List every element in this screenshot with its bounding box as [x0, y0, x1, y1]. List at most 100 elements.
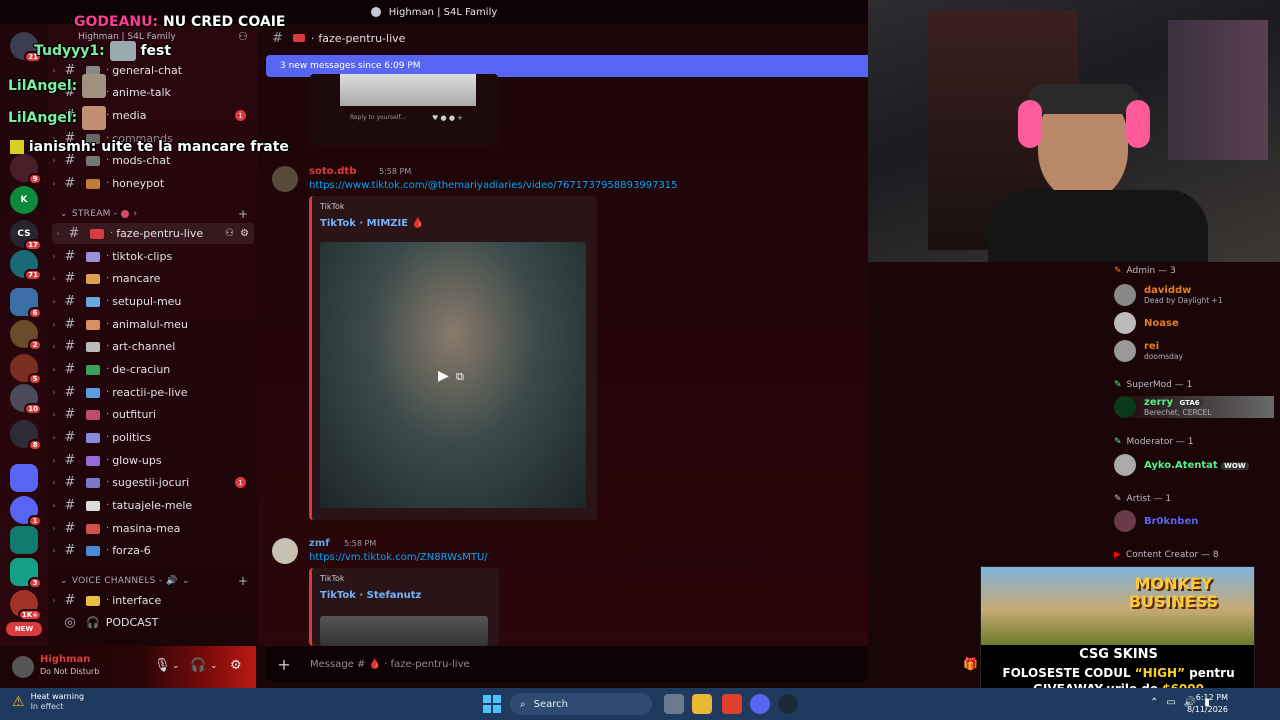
- taskbar-search[interactable]: ⌕ Search: [510, 693, 652, 715]
- channel-general-chat[interactable]: › # · general-chat: [48, 60, 254, 81]
- channel-anime-talk[interactable]: › # · anime-talk: [48, 82, 254, 103]
- channel-setupul-meu[interactable]: › # · setupul-meu: [48, 291, 254, 312]
- message-timestamp: 5:58 PM: [344, 539, 377, 548]
- message-author[interactable]: zmf: [309, 538, 330, 549]
- channel-honeypot[interactable]: › # · honeypot: [48, 173, 254, 194]
- add-voice-channel-icon[interactable]: +: [238, 574, 248, 588]
- channel-forza-6[interactable]: › # · forza-6: [48, 540, 254, 561]
- channel-animalul-meu[interactable]: › # · animalul-meu: [48, 314, 254, 335]
- channel-politics[interactable]: › # · politics: [48, 427, 254, 448]
- file-explorer-icon[interactable]: [692, 694, 712, 714]
- message-timestamp: 5:58 PM: [379, 167, 412, 176]
- member-zerry[interactable]: zerry GTA6 Berechet, CERCEL: [1114, 396, 1274, 418]
- category-voice-channels[interactable]: ⌄ VOICE CHANNELS - 🔊 ⌄ +: [60, 574, 248, 588]
- message-composer[interactable]: + Message # 🩸 · faze-pentru-live 🎁: [266, 646, 978, 682]
- start-button[interactable]: [483, 695, 501, 713]
- play-icon[interactable]: ▶: [438, 368, 449, 384]
- message-link[interactable]: https://vm.tiktok.com/ZN8RWsMTU/: [309, 552, 488, 563]
- brave-browser-icon[interactable]: [722, 694, 742, 714]
- server-icon[interactable]: 2: [10, 320, 42, 351]
- channel-art-channel[interactable]: › # · art-channel: [48, 336, 254, 357]
- audio-options-chevron-icon[interactable]: ⌄: [210, 661, 218, 671]
- channel-masina-mea[interactable]: › # · masina-mea: [48, 518, 254, 539]
- server-icon[interactable]: 10: [10, 384, 42, 415]
- webcam-feed: [868, 0, 1280, 262]
- server-icon[interactable]: 3: [10, 558, 42, 589]
- server-icon[interactable]: 1: [10, 496, 42, 527]
- mic-options-chevron-icon[interactable]: ⌄: [172, 661, 180, 671]
- gift-icon[interactable]: 🎁: [963, 657, 978, 671]
- channel-outfituri[interactable]: › # · outfituri: [48, 404, 254, 425]
- weather-widget[interactable]: ⚠ Heat warning In effect: [12, 692, 84, 712]
- add-member-icon[interactable]: ⚇: [238, 30, 248, 43]
- member-noase[interactable]: Noase: [1114, 312, 1179, 334]
- headphones-icon[interactable]: 🎧: [190, 658, 206, 673]
- server-icon-k[interactable]: K: [10, 186, 38, 214]
- image-attachment[interactable]: Reply to yourself... ♥ ● ● +: [310, 74, 498, 146]
- user-name: Highman: [40, 654, 91, 665]
- invite-icon[interactable]: ⚇: [225, 228, 234, 239]
- member-daviddw[interactable]: daviddw Dead by Daylight +1: [1114, 284, 1223, 306]
- settings-gear-icon[interactable]: ⚙: [230, 658, 242, 673]
- category-stream[interactable]: ⌄ STREAM - › +: [60, 207, 248, 221]
- channel-tiktok-clips[interactable]: › # · tiktok-clips: [48, 246, 254, 267]
- sponsor-banner: MONKEY BUSINESS CSG SKINS FOLOSESTE CODU…: [980, 566, 1255, 698]
- message-input[interactable]: Message # 🩸 · faze-pentru-live: [310, 659, 470, 670]
- sponsor-line-1: FOLOSESTE CODUL “HIGH” pentru: [1002, 666, 1235, 680]
- embed-title[interactable]: TikTok · Stefanutz: [320, 590, 421, 601]
- warning-icon: ⚠: [12, 694, 25, 710]
- voice-channel-podcast[interactable]: ◎ 🎧 PODCAST: [48, 612, 254, 633]
- server-icon-csgo[interactable]: CS 17: [10, 220, 42, 251]
- channel-sidebar: Highman | S4L Family ⚇ › # · general-chat ›…: [48, 24, 258, 646]
- streamer-cap: [1028, 84, 1138, 114]
- task-view-icon[interactable]: [664, 694, 684, 714]
- server-icon[interactable]: [10, 526, 38, 554]
- channel-glow-ups[interactable]: › # · glow-ups: [48, 450, 254, 471]
- channel-tatuajele-mele[interactable]: › # · tatuajele-mele: [48, 495, 254, 516]
- search-icon: ⌕: [520, 698, 526, 710]
- mic-icon[interactable]: 🎙: [154, 658, 171, 673]
- channel-mancare[interactable]: › # · mancare: [48, 268, 254, 289]
- embed-title[interactable]: TikTok · MIMZIE 🩸: [320, 218, 424, 229]
- role-header-moderator: ✎ Moderator — 1: [1114, 437, 1194, 447]
- server-icon[interactable]: 5: [10, 354, 42, 385]
- clock[interactable]: 6:12 PM 8/11/2026: [1187, 692, 1228, 716]
- video-thumbnail[interactable]: [320, 616, 488, 646]
- message-avatar[interactable]: [272, 166, 298, 192]
- message-author[interactable]: soto.dtb: [309, 166, 356, 177]
- server-icon[interactable]: 8: [10, 420, 42, 451]
- open-external-icon[interactable]: ⧉: [456, 370, 464, 384]
- member-ayko[interactable]: Ayko.Atentat WOW: [1114, 454, 1249, 476]
- channel-commands[interactable]: › # · commands: [48, 128, 254, 149]
- headphones-icon: 🎧: [86, 616, 100, 629]
- channel-faze-pentru-live[interactable]: › # · faze-pentru-live ⚇ ⚙: [52, 223, 254, 244]
- add-attachment-icon[interactable]: +: [266, 655, 302, 674]
- user-panel: Highman Do Not Disturb 🎙 ⌄ 🎧 ⌄ ⚙: [0, 646, 256, 688]
- video-thumbnail[interactable]: ▶ ⧉: [320, 242, 586, 508]
- channel-media[interactable]: › # · media 1: [48, 105, 254, 126]
- channel-mods-chat[interactable]: › # · mods-chat: [48, 150, 254, 171]
- discord-taskbar-icon[interactable]: [750, 694, 770, 714]
- folder-icon[interactable]: [10, 464, 38, 492]
- channel-de-craciun[interactable]: › # · de-craciun: [48, 359, 254, 380]
- shelf: [1168, 20, 1268, 160]
- server-icon[interactable]: 21: [10, 32, 42, 63]
- add-channel-icon[interactable]: +: [238, 207, 248, 221]
- server-icon[interactable]: 9: [10, 154, 42, 185]
- server-icon[interactable]: 71: [10, 250, 42, 281]
- member-rei[interactable]: rei doomsday: [1114, 340, 1183, 362]
- member-br0knben[interactable]: Br0knben: [1114, 510, 1198, 532]
- user-avatar[interactable]: [12, 656, 34, 678]
- server-icon[interactable]: 6: [10, 288, 42, 319]
- message-avatar[interactable]: [272, 538, 298, 564]
- new-badge[interactable]: NEW: [6, 622, 42, 636]
- server-name[interactable]: Highman | S4L Family: [78, 32, 176, 42]
- steam-icon[interactable]: [778, 694, 798, 714]
- channel-sugestii-jocuri[interactable]: › # · sugestii-jocuri 1: [48, 472, 254, 493]
- headphones-left: [1018, 100, 1042, 148]
- server-icon[interactable]: 1K+: [10, 590, 42, 621]
- voice-channel-interface[interactable]: › # · interface: [48, 590, 254, 611]
- channel-reactii-pe-live[interactable]: › # · reactii-pe-live: [48, 382, 254, 403]
- gear-icon[interactable]: ⚙: [240, 228, 249, 239]
- message-link[interactable]: https://www.tiktok.com/@themariyadiaries…: [309, 180, 678, 191]
